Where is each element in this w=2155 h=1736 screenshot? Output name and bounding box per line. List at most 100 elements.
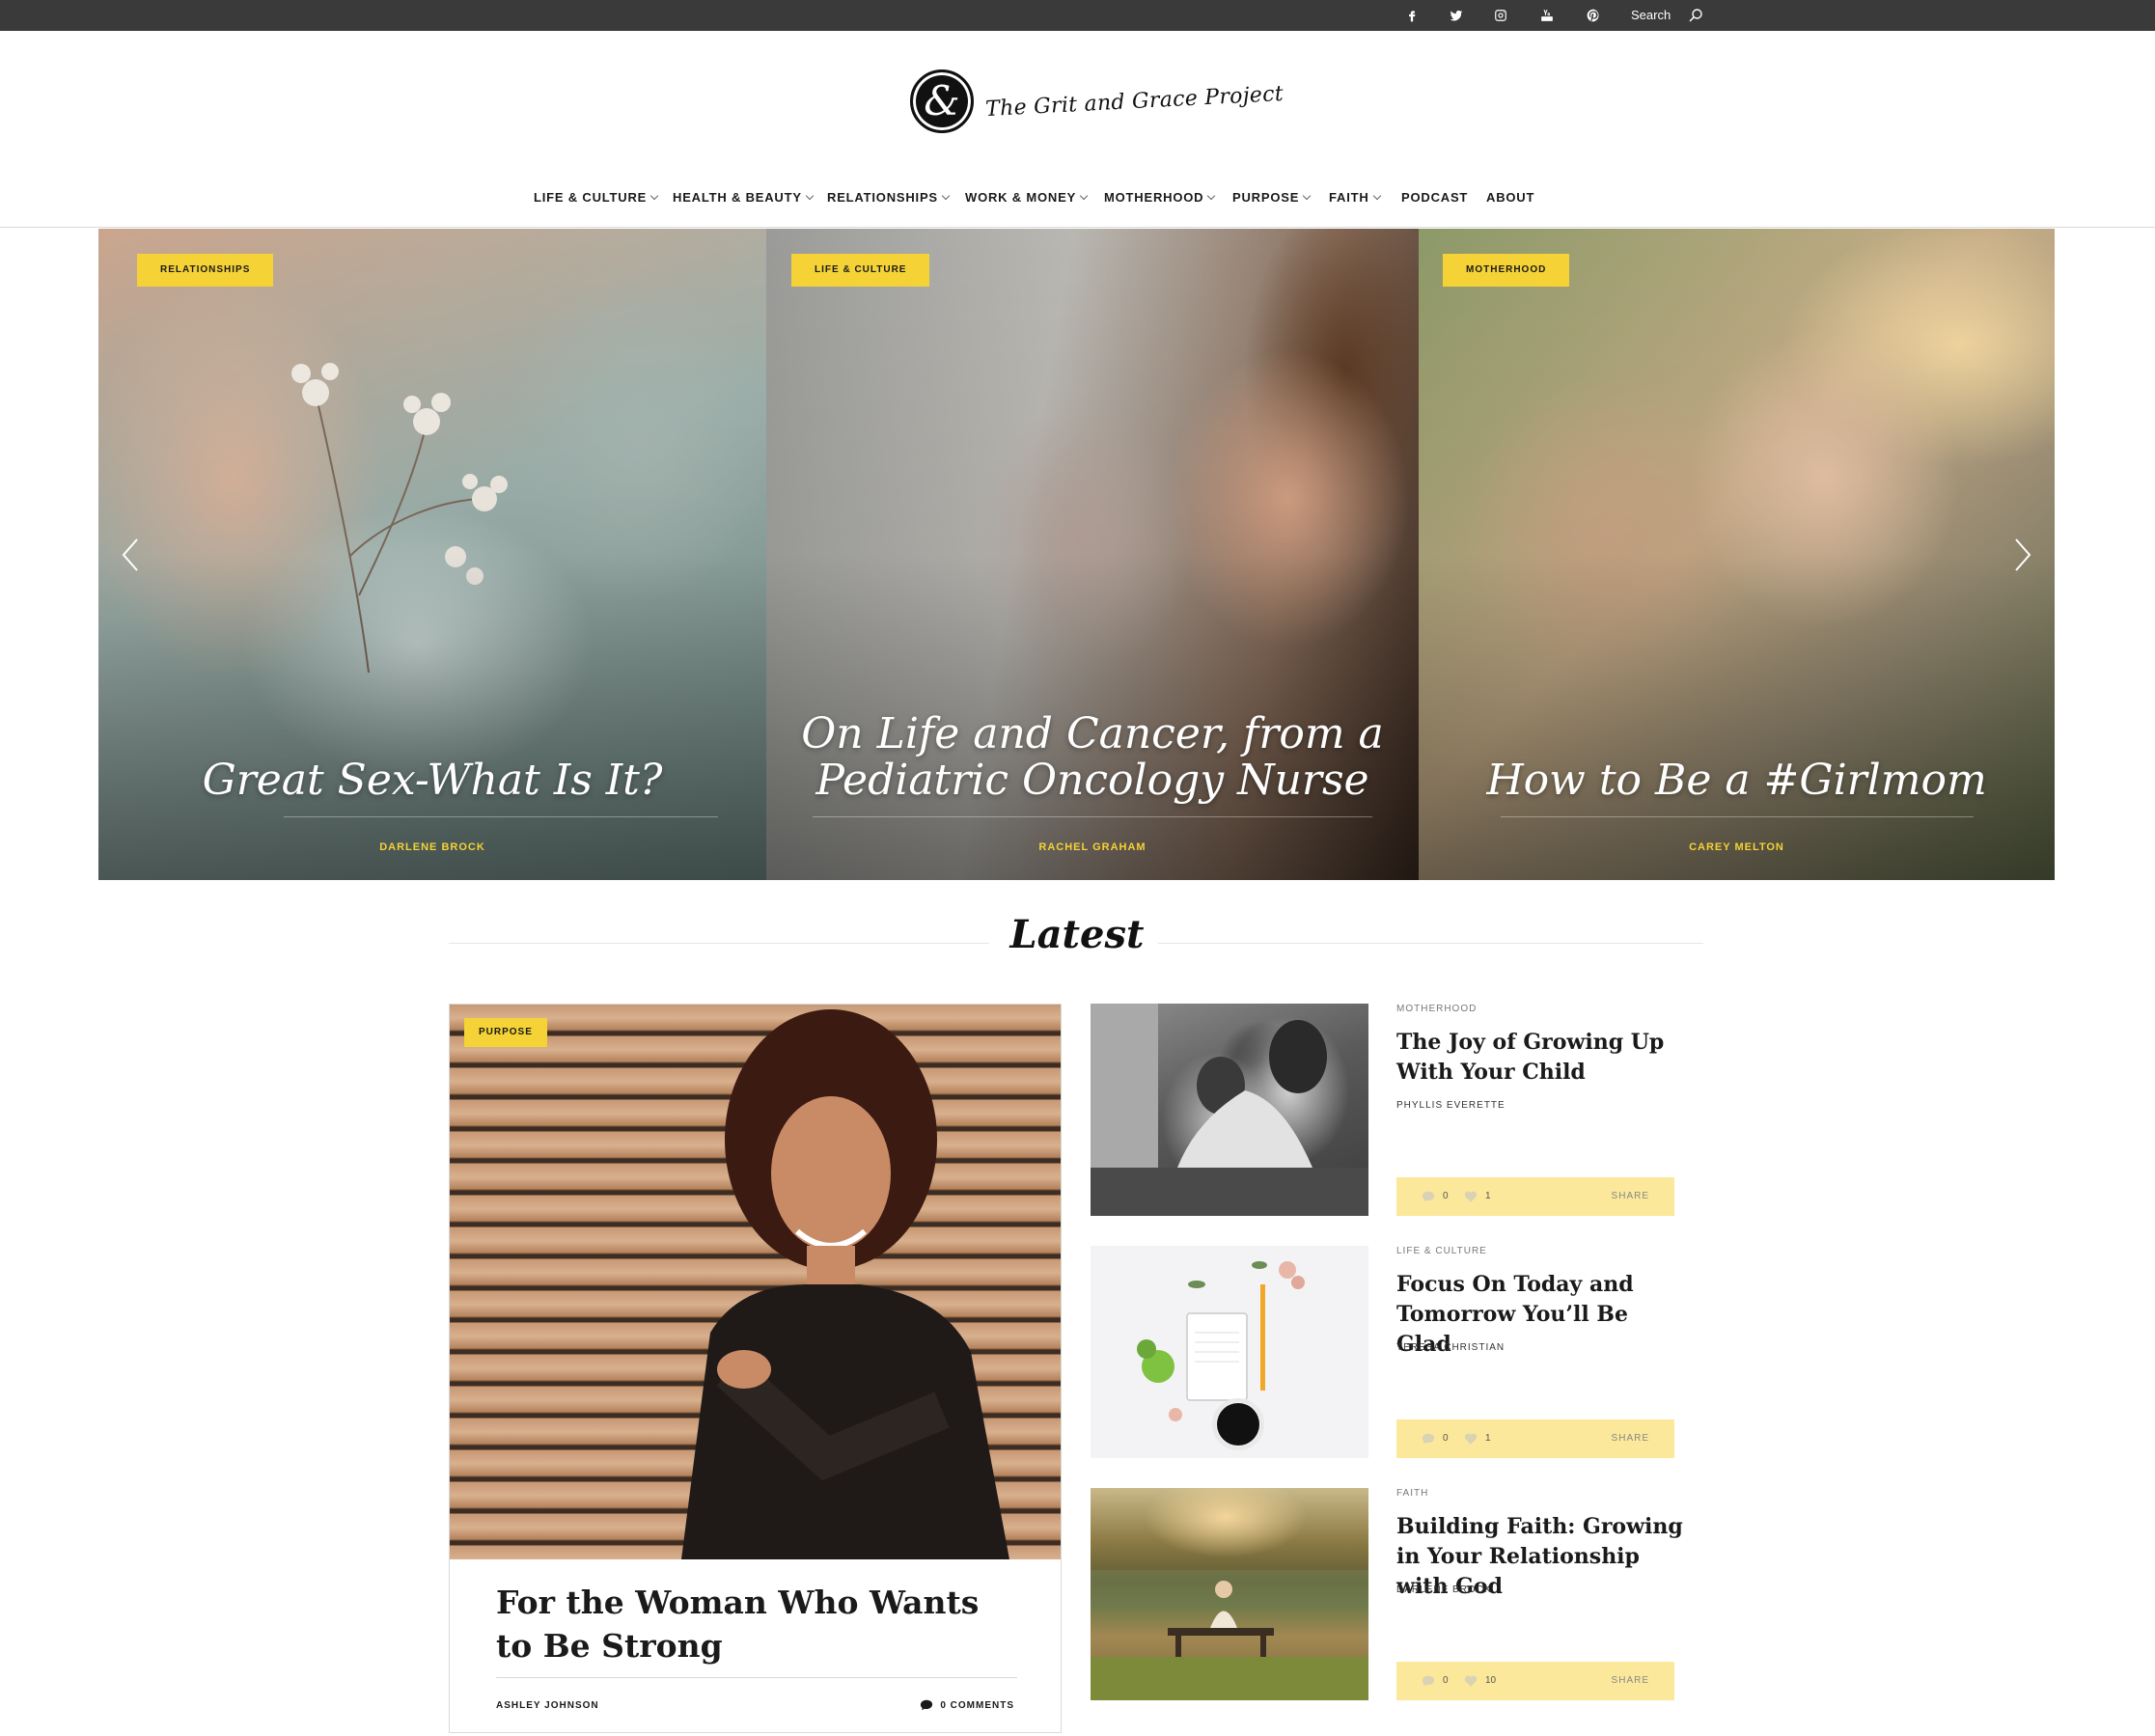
comments-count-item[interactable]: 0 [1422,1662,1449,1700]
comment-icon [1422,1433,1435,1445]
article-thumbnail[interactable] [1091,1246,1368,1458]
nav-about[interactable]: ABOUT [1486,183,1534,212]
article-meta-bar: 0 10 SHARE [1396,1662,1674,1700]
instagram-icon[interactable] [1488,0,1513,31]
article-card[interactable]: LIFE & CULTURE Focus On Today and Tomorr… [1091,1246,1674,1459]
hero-slider: RELATIONSHIPS Great Sex-What Is It? DARL… [98,229,2055,880]
article-author[interactable]: ASHLEY JOHNSON [496,1700,599,1711]
slide-author[interactable]: RACHEL GRAHAM [766,841,1419,853]
nav-motherhood[interactable]: MOTHERHOOD [1104,183,1216,212]
slide-title[interactable]: On Life and Cancer, from a Pediatric Onc… [766,711,1419,804]
share-button[interactable]: SHARE [1612,1419,1649,1458]
comments-count: 0 [1443,1675,1449,1686]
slide-title-line: On Life and Cancer, from a [801,709,1384,758]
chevron-down-icon [1372,191,1381,201]
comments-count-item[interactable]: 0 [1422,1419,1449,1458]
thumbnail-illustration [1091,1004,1368,1216]
slide-title-line: Pediatric Oncology Nurse [815,756,1369,805]
nav-faith[interactable]: FAITH [1329,183,1381,212]
slider-next-arrow-icon[interactable] [2004,536,2039,574]
slider-prev-arrow-icon[interactable] [114,536,149,574]
likes-count-item[interactable]: 1 [1464,1177,1491,1216]
comment-icon [1422,1675,1435,1687]
hero-slide[interactable]: MOTHERHOOD How to Be a #Girlmom CAREY ME… [1419,229,2055,880]
chevron-down-icon [1079,191,1089,201]
comments-count: 0 [1443,1191,1449,1201]
hero-slide[interactable]: LIFE & CULTURE On Life and Cancer, from … [766,229,1419,880]
share-button[interactable]: SHARE [1612,1662,1649,1700]
likes-count: 1 [1485,1191,1491,1201]
featured-article-title[interactable]: For the Woman Who Wants to Be Strong [496,1581,1017,1667]
nav-label: FAITH [1329,190,1369,205]
logo-mark: & [910,69,974,133]
nav-life-culture[interactable]: LIFE & CULTURE [534,183,659,212]
section-title: Latest [1009,912,1145,957]
nav-label: PODCAST [1401,190,1469,205]
nav-label: RELATIONSHIPS [827,190,938,205]
comments-count: 0 [1443,1433,1449,1444]
article-category[interactable]: MOTHERHOOD [1396,1004,1477,1014]
nav-relationships[interactable]: RELATIONSHIPS [827,183,951,212]
article-author[interactable]: TERESA CHRISTIAN [1396,1342,1505,1353]
article-category[interactable]: LIFE & CULTURE [1396,1246,1487,1256]
slide-title[interactable]: How to Be a #Girlmom [1419,758,2055,804]
card-divider [496,1677,1017,1678]
slide-category-tag[interactable]: LIFE & CULTURE [791,254,930,287]
search-label[interactable]: Search [1631,0,1671,31]
heart-icon [1464,1191,1478,1202]
search-icon[interactable] [1688,8,1703,23]
chevron-down-icon [805,191,815,201]
nav-label: MOTHERHOOD [1104,190,1204,205]
section-divider [449,943,989,944]
comments-count-item[interactable]: 0 [1422,1177,1449,1216]
top-bar: Search [0,0,2155,31]
slide-title[interactable]: Great Sex-What Is It? [98,758,766,804]
slide-category-tag[interactable]: MOTHERHOOD [1443,254,1570,287]
likes-count: 10 [1485,1675,1497,1686]
slide-author[interactable]: DARLENE BROCK [98,841,766,853]
chevron-down-icon [1302,191,1312,201]
article-category-tag[interactable]: PURPOSE [464,1018,547,1047]
article-author[interactable]: DARLENE BROCK [1396,1584,1492,1595]
hero-slide[interactable]: RELATIONSHIPS Great Sex-What Is It? DARL… [98,229,766,880]
facebook-icon[interactable] [1399,0,1424,31]
thumbnail-illustration [1137,1261,1305,1450]
article-thumbnail[interactable] [1091,1488,1368,1700]
chevron-down-icon [649,191,659,201]
article-author[interactable]: PHYLLIS EVERETTE [1396,1100,1506,1111]
nav-label: WORK & MONEY [965,190,1077,205]
site-logo[interactable]: & The Grit and Grace Project [910,69,1285,133]
article-thumbnail[interactable] [1091,1004,1368,1216]
article-meta-bar: 0 1 SHARE [1396,1177,1674,1216]
slide-author[interactable]: CAREY MELTON [1419,841,2055,853]
youtube-icon[interactable] [1534,0,1560,31]
nav-label: HEALTH & BEAUTY [673,190,802,205]
nav-work-money[interactable]: WORK & MONEY [965,183,1089,212]
featured-image[interactable] [450,1005,1061,1559]
likes-count-item[interactable]: 10 [1464,1662,1496,1700]
article-card[interactable]: MOTHERHOOD The Joy of Growing Up With Yo… [1091,1004,1674,1217]
likes-count: 1 [1485,1433,1491,1444]
article-title[interactable]: The Joy of Growing Up With Your Child [1396,1028,1686,1088]
section-divider [1158,943,1703,944]
logo-text: The Grit and Grace Project [984,81,1285,122]
nav-podcast[interactable]: PODCAST [1401,183,1468,212]
article-meta-bar: 0 1 SHARE [1396,1419,1674,1458]
comments-link[interactable]: 0 COMMENTS [920,1698,1014,1712]
pinterest-icon[interactable] [1581,0,1606,31]
article-card[interactable]: FAITH Building Faith: Growing in Your Re… [1091,1488,1683,1701]
likes-count-item[interactable]: 1 [1464,1419,1491,1458]
featured-article[interactable]: PURPOSE For the Woman Who Wants to Be St… [449,1004,1062,1733]
slide-divider [284,816,718,817]
slide-category-tag[interactable]: RELATIONSHIPS [137,254,274,287]
chevron-down-icon [1207,191,1216,201]
nav-purpose[interactable]: PURPOSE [1232,183,1312,212]
share-button[interactable]: SHARE [1612,1177,1649,1216]
portrait-illustration [681,1009,1009,1559]
nav-health-beauty[interactable]: HEALTH & BEAUTY [673,183,815,212]
twitter-icon[interactable] [1444,0,1469,31]
comment-icon [921,1699,933,1711]
article-category[interactable]: FAITH [1396,1488,1428,1499]
nav-label: PURPOSE [1232,190,1300,205]
heart-icon [1464,1433,1478,1445]
